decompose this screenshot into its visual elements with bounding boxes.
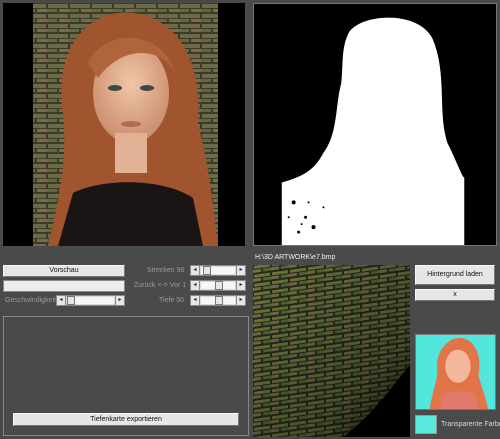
back-front-slider[interactable]: ◂ ▸ (190, 280, 246, 291)
slider-thumb[interactable] (67, 296, 75, 305)
slider-left-arrow-icon[interactable]: ◂ (57, 296, 66, 305)
slider-left-arrow-icon[interactable]: ◂ (191, 281, 200, 290)
slider-right-arrow-icon[interactable]: ▸ (236, 296, 245, 305)
transparent-color-label: Transparente Farbe (441, 421, 500, 428)
speed-slider[interactable]: ◂ ▸ (56, 295, 125, 306)
portrait-image (3, 3, 245, 246)
back-front-label: Zurück <-> Vor 1 (134, 282, 187, 289)
depth-slider[interactable]: ◂ ▸ (190, 295, 246, 306)
background-image (253, 265, 410, 437)
transparent-color-swatch[interactable] (415, 415, 437, 434)
load-background-button[interactable]: Hintergrund laden (415, 265, 495, 285)
depth-label: Tiefe 50 (159, 297, 185, 304)
text-field[interactable] (3, 280, 125, 292)
export-depth-map-button[interactable]: Tiefenkarte exportieren (13, 413, 239, 426)
slider-thumb[interactable] (215, 281, 223, 290)
slider-right-arrow-icon[interactable]: ▸ (236, 266, 245, 275)
slider-right-arrow-icon[interactable]: ▸ (115, 296, 124, 305)
stretch-slider[interactable]: ◂ ▸ (190, 265, 246, 276)
slider-left-arrow-icon[interactable]: ◂ (191, 266, 200, 275)
preview-button[interactable]: Vorschau (3, 265, 125, 277)
slider-right-arrow-icon[interactable]: ▸ (236, 281, 245, 290)
depth-mask-image (253, 3, 497, 246)
speed-label: Geschwindigkeit (5, 297, 56, 304)
transparent-thumbnail-image (415, 334, 496, 410)
slider-left-arrow-icon[interactable]: ◂ (191, 296, 200, 305)
stretch-label: Strecken 96 (147, 267, 185, 274)
slider-thumb[interactable] (215, 296, 223, 305)
file-path-label: H:\3D ARTWORK\e7.bmp (255, 254, 336, 261)
slider-thumb[interactable] (203, 266, 211, 275)
close-button[interactable]: x (415, 289, 495, 301)
